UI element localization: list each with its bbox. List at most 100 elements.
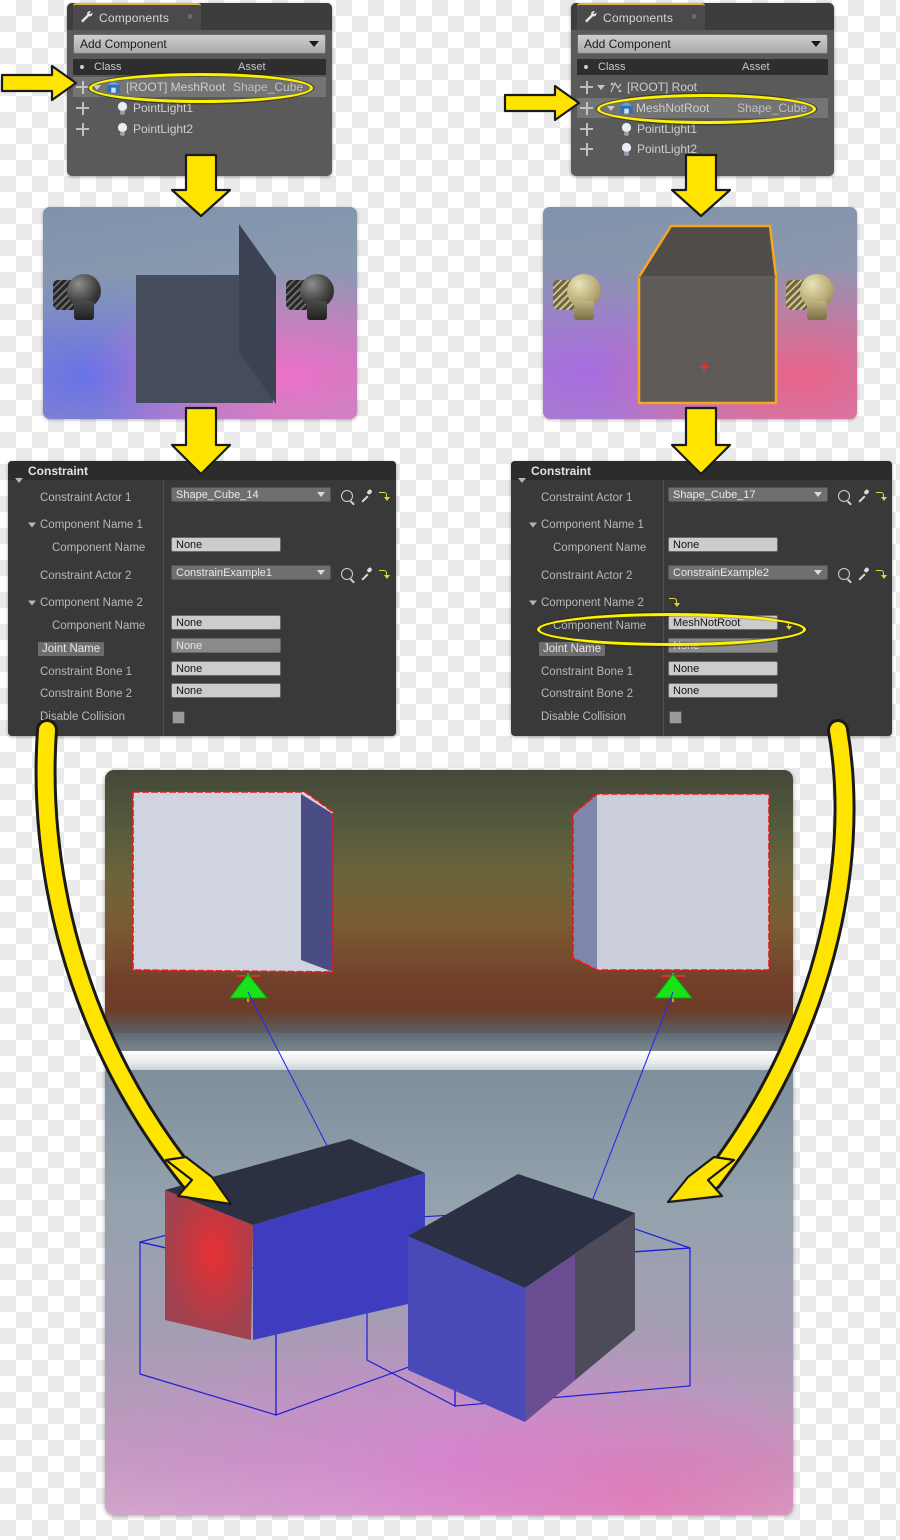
row-constraint-actor-1-right[interactable]: Constraint Actor 1 Shape_Cube_17	[511, 487, 892, 509]
drag-handle-icon[interactable]	[580, 142, 593, 156]
chevron-down-icon[interactable]	[28, 600, 36, 606]
constraint-bone-2-input[interactable]: None	[171, 683, 281, 698]
tree-row-pointlight2-right[interactable]: PointLight2	[577, 139, 828, 159]
search-icon[interactable]	[838, 490, 850, 502]
constraint-header-right[interactable]: Constraint	[511, 461, 892, 483]
row-joint-name[interactable]: Joint Name None	[8, 638, 396, 660]
constraint-gizmo-right	[654, 973, 694, 1002]
component-name-1-input[interactable]: None	[668, 537, 778, 552]
row-constraint-bone-1[interactable]: Constraint Bone 1 None	[8, 661, 396, 683]
tab-label: Components	[99, 10, 170, 25]
tree-row-label: MeshNotRoot	[636, 101, 710, 115]
bulb-icon	[620, 142, 633, 157]
drag-handle-icon[interactable]	[76, 122, 89, 136]
row-component-name-1-right[interactable]: Component Name None	[511, 537, 892, 559]
component-name-1-input[interactable]: None	[171, 537, 281, 552]
row-component-name-2[interactable]: Component Name None	[8, 615, 396, 637]
add-component-label: Add Component	[80, 37, 167, 51]
search-icon[interactable]	[838, 568, 850, 580]
eyedropper-icon[interactable]	[857, 568, 869, 580]
constraint-bone-1-input[interactable]: None	[668, 661, 778, 676]
row-constraint-bone-2[interactable]: Constraint Bone 2 None	[8, 683, 396, 705]
row-component-name-2-right[interactable]: Component Name MeshNotRoot	[511, 615, 892, 637]
constraint-actor-1-combo[interactable]: Shape_Cube_14	[171, 487, 331, 502]
constraint-bone-1-input[interactable]: None	[171, 661, 281, 676]
drag-handle-icon[interactable]	[580, 122, 593, 136]
component-name-2-input[interactable]: MeshNotRoot	[668, 615, 778, 630]
tree-row-pointlight2[interactable]: PointLight2	[73, 119, 326, 139]
disable-collision-checkbox[interactable]	[669, 711, 682, 724]
viewport-thumbnail-left[interactable]	[43, 207, 357, 419]
constraint-actor-2-combo[interactable]: ConstrainExample1	[171, 565, 331, 580]
drag-handle-icon[interactable]	[580, 80, 593, 94]
search-icon[interactable]	[341, 490, 353, 502]
constraint-bone-2-input[interactable]: None	[668, 683, 778, 698]
drag-handle-icon[interactable]	[580, 101, 593, 115]
close-icon[interactable]: ×	[187, 12, 193, 23]
constraint-header-left[interactable]: Constraint	[8, 461, 396, 483]
row-component-name-2-group-right[interactable]: Component Name 2	[511, 592, 892, 614]
joint-name-input[interactable]: None	[668, 638, 778, 653]
chevron-down-icon	[317, 570, 325, 575]
field-value: None	[673, 538, 700, 551]
row-component-name-2-group[interactable]: Component Name 2	[8, 592, 396, 614]
add-component-button-left[interactable]: Add Component	[73, 34, 326, 54]
row-constraint-actor-2[interactable]: Constraint Actor 2 ConstrainExample1	[8, 565, 396, 587]
row-component-name-1-group[interactable]: Component Name 1	[8, 514, 396, 536]
eyedropper-icon[interactable]	[360, 568, 372, 580]
field-value: None	[176, 662, 203, 675]
tree-row-meshnotroot[interactable]: MeshNotRoot Shape_Cube	[577, 98, 828, 118]
drag-handle-icon[interactable]	[76, 80, 89, 94]
joint-name-input[interactable]: None	[171, 638, 281, 653]
row-constraint-actor-2-right[interactable]: Constraint Actor 2 ConstrainExample2	[511, 565, 892, 587]
tree-row-pointlight1[interactable]: PointLight1	[73, 98, 326, 118]
row-constraint-bone-2-right[interactable]: Constraint Bone 2 None	[511, 683, 892, 705]
eyedropper-icon[interactable]	[857, 490, 869, 502]
row-constraint-bone-1-right[interactable]: Constraint Bone 1 None	[511, 661, 892, 683]
row-joint-name-right[interactable]: Joint Name None	[511, 638, 892, 660]
reset-icon[interactable]	[379, 569, 390, 579]
chevron-down-icon[interactable]	[93, 84, 101, 90]
pointlight-gizmo-right-2	[786, 274, 848, 324]
tab-components-left[interactable]: Components ×	[73, 3, 202, 30]
row-component-name-1[interactable]: Component Name None	[8, 537, 396, 559]
chevron-down-icon[interactable]	[529, 522, 537, 528]
level-viewport[interactable]	[105, 770, 793, 1515]
chevron-down-icon[interactable]	[529, 600, 537, 606]
chevron-down-icon[interactable]	[597, 84, 605, 90]
reset-icon[interactable]	[876, 491, 887, 501]
reset-icon[interactable]	[669, 598, 680, 607]
component-name-2-input[interactable]: None	[171, 615, 281, 630]
reset-icon[interactable]	[379, 491, 390, 501]
field-label: Joint Name	[38, 642, 105, 656]
constraint-panel-left[interactable]: Constraint Constraint Actor 1 Shape_Cube…	[8, 461, 396, 736]
tree-row-meshroot[interactable]: [ROOT] MeshRoot Shape_Cube	[73, 77, 326, 97]
disable-collision-checkbox[interactable]	[172, 711, 185, 724]
components-panel-left[interactable]: Components × Add Component Class Asset […	[67, 3, 332, 176]
row-disable-collision[interactable]: Disable Collision	[8, 706, 396, 728]
reset-icon[interactable]	[876, 569, 887, 579]
chevron-down-icon[interactable]	[28, 522, 36, 528]
field-label: Disable Collision	[40, 711, 126, 723]
reset-icon[interactable]	[781, 621, 792, 630]
search-icon[interactable]	[341, 568, 353, 580]
tree-row-root[interactable]: [ROOT] Root	[577, 77, 828, 97]
chevron-down-icon[interactable]	[607, 105, 615, 111]
constraint-panel-right[interactable]: Constraint Constraint Actor 1 Shape_Cube…	[511, 461, 892, 736]
constraint-actor-1-combo[interactable]: Shape_Cube_17	[668, 487, 828, 502]
row-disable-collision-right[interactable]: Disable Collision	[511, 706, 892, 728]
tab-components-right[interactable]: Components ×	[577, 3, 706, 30]
viewport-thumbnail-right[interactable]	[543, 207, 857, 419]
drag-handle-icon[interactable]	[76, 101, 89, 115]
row-constraint-actor-1[interactable]: Constraint Actor 1 Shape_Cube_14	[8, 487, 396, 509]
row-component-name-1-group-right[interactable]: Component Name 1	[511, 514, 892, 536]
eyedropper-icon[interactable]	[360, 490, 372, 502]
column-class-label: Class	[598, 61, 626, 73]
add-component-button-right[interactable]: Add Component	[577, 34, 828, 54]
tree-row-label: PointLight1	[637, 122, 698, 136]
tree-row-pointlight1-right[interactable]: PointLight1	[577, 119, 828, 139]
constraint-gizmo-left	[229, 973, 269, 1002]
components-panel-right[interactable]: Components × Add Component Class Asset […	[571, 3, 834, 176]
close-icon[interactable]: ×	[691, 12, 697, 23]
constraint-actor-2-combo[interactable]: ConstrainExample2	[668, 565, 828, 580]
